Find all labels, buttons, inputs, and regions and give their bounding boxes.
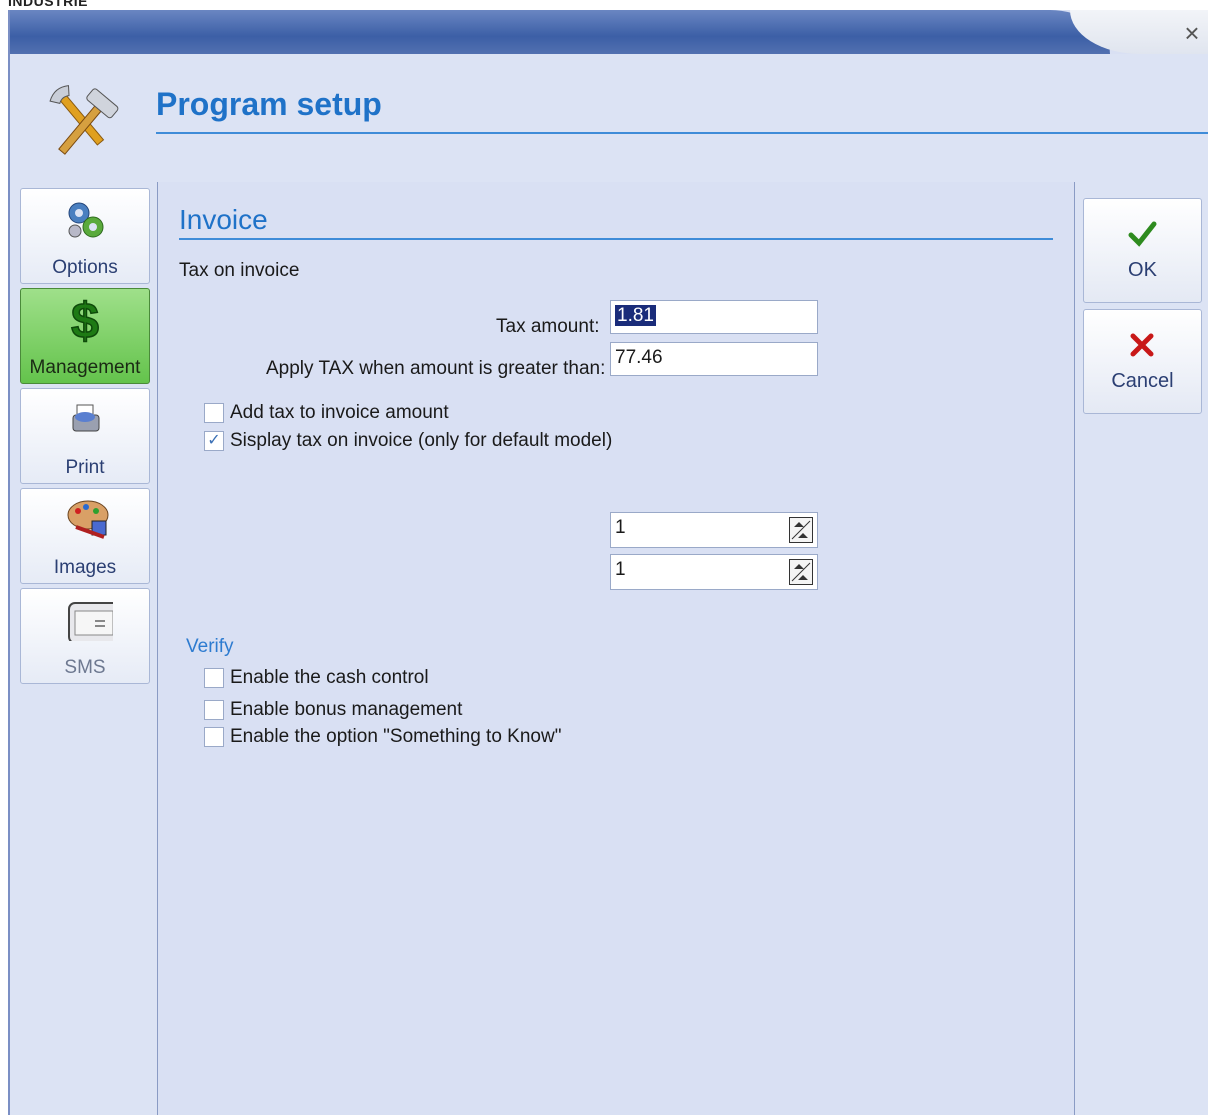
sidebar: Options $ Management Print Images SMS <box>10 182 158 1115</box>
section-title: Invoice <box>179 204 268 235</box>
ok-label: OK <box>1128 259 1157 281</box>
title-bar: × <box>10 10 1208 54</box>
tax-amount-field[interactable]: 1.81 <box>610 300 818 334</box>
add-tax-checkbox[interactable] <box>204 403 224 423</box>
sms-device-icon <box>68 602 113 641</box>
check-icon <box>1128 221 1157 247</box>
spinner-arrows-icon[interactable] <box>789 517 813 543</box>
sidebar-item-sms[interactable]: SMS <box>20 588 150 684</box>
display-tax-checkbox-label: Sisplay tax on invoice (only for default… <box>230 430 613 451</box>
bonus-management-checkbox-row[interactable]: Enable bonus management <box>204 698 462 722</box>
display-tax-checkbox-row[interactable]: ✓ Sisplay tax on invoice (only for defau… <box>204 429 612 453</box>
sidebar-item-options[interactable]: Options <box>20 188 150 284</box>
palette-icon <box>67 500 109 539</box>
sidebar-item-label: Images <box>53 557 117 578</box>
bonus-management-label: Enable bonus management <box>230 699 463 720</box>
tax-amount-label: Tax amount: <box>496 316 600 337</box>
display-tax-checkbox[interactable]: ✓ <box>204 431 224 451</box>
close-button[interactable]: × <box>1180 20 1204 46</box>
spinner-value: 1 <box>615 559 626 580</box>
sidebar-item-label: Options <box>52 257 118 278</box>
options-gears-icon <box>68 202 104 238</box>
cash-control-label: Enable the cash control <box>230 667 429 688</box>
program-setup-window: × Program setup Options $ Management Pri… <box>8 10 1208 1115</box>
cancel-label: Cancel <box>1111 370 1174 392</box>
something-to-know-checkbox-row[interactable]: Enable the option "Something to Know" <box>204 725 561 749</box>
sidebar-item-label: SMS <box>64 657 106 678</box>
spinner-value: 1 <box>615 517 626 538</box>
header: Program setup <box>10 54 1208 183</box>
apply-tax-label: Apply TAX when amount is greater than: <box>266 358 606 379</box>
verify-section-title: Verify <box>186 636 234 657</box>
sidebar-item-management[interactable]: $ Management <box>20 288 150 384</box>
sidebar-item-label: Print <box>65 457 105 478</box>
page-top-label: INDUSTRIE <box>8 0 88 9</box>
dollar-icon: $ <box>70 293 100 345</box>
bonus-management-checkbox[interactable] <box>204 700 224 720</box>
x-icon <box>1130 333 1154 357</box>
tools-icon <box>49 85 119 155</box>
section-divider <box>179 238 1053 240</box>
sidebar-item-images[interactable]: Images <box>20 488 150 584</box>
sidebar-item-label: Management <box>29 357 141 378</box>
cash-control-checkbox[interactable] <box>204 668 224 688</box>
page-title: Program setup <box>156 86 382 122</box>
tax-amount-value: 1.81 <box>615 305 656 326</box>
ok-button[interactable]: OK <box>1083 198 1202 303</box>
add-tax-checkbox-row[interactable]: Add tax to invoice amount <box>204 401 449 425</box>
add-tax-checkbox-label: Add tax to invoice amount <box>230 402 449 423</box>
something-to-know-checkbox[interactable] <box>204 727 224 747</box>
printer-icon <box>72 404 100 432</box>
apply-tax-threshold-field[interactable]: 77.46 <box>610 342 818 376</box>
main-panel: Invoice Tax on invoice Tax amount: 1.81 … <box>158 182 1074 1115</box>
spinner-field-2[interactable]: 1 <box>610 554 818 590</box>
tax-on-invoice-label: Tax on invoice <box>179 260 300 281</box>
spinner-arrows-icon[interactable] <box>789 559 813 585</box>
header-divider <box>156 132 1208 134</box>
cancel-button[interactable]: Cancel <box>1083 309 1202 414</box>
something-to-know-label: Enable the option "Something to Know" <box>230 726 562 747</box>
cash-control-checkbox-row[interactable]: Enable the cash control <box>204 666 429 690</box>
svg-text:$: $ <box>71 293 99 345</box>
action-panel: OK Cancel <box>1074 182 1208 1115</box>
sidebar-item-print[interactable]: Print <box>20 388 150 484</box>
spinner-field-1[interactable]: 1 <box>610 512 818 548</box>
